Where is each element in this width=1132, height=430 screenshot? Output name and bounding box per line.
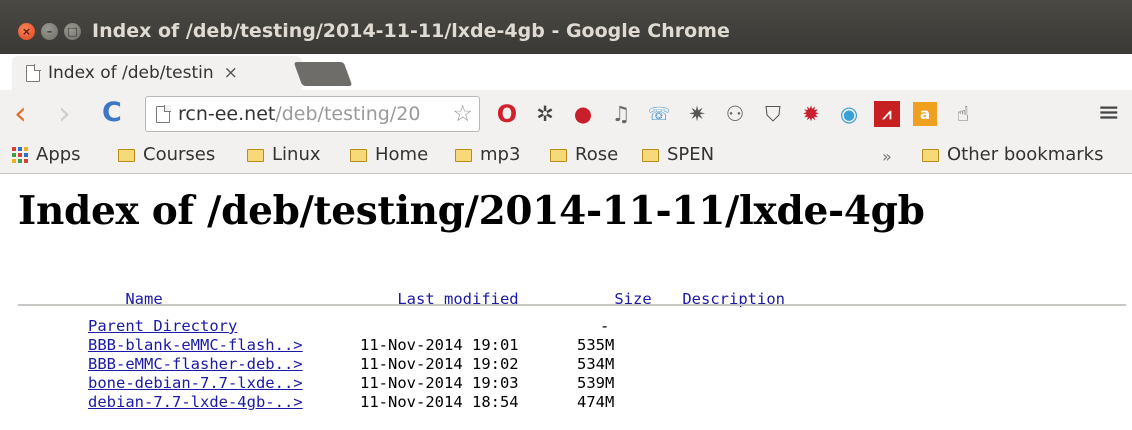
table-row: debian-7.7-lxde-4gb-..> 11-Nov-2014 18:5… — [0, 393, 1132, 413]
opera-icon[interactable]: O — [488, 98, 526, 130]
folder-icon — [247, 149, 264, 162]
browser-toolbar: ‹ › C rcn-ee.net/deb/testing/20 ☆ O ✲ ● … — [0, 90, 1132, 138]
bookmark-label: Other bookmarks — [947, 144, 1104, 165]
header-divider — [18, 304, 1126, 306]
folder-icon — [455, 149, 472, 162]
person-icon[interactable]: ⚇ — [716, 98, 754, 130]
phone-icon[interactable]: ☏ — [640, 98, 678, 130]
tab-title: Index of /deb/testin — [48, 63, 214, 83]
file-link[interactable]: debian-7.7-lxde-4gb-..> — [88, 393, 303, 411]
eye-icon[interactable]: ◉ — [830, 98, 868, 130]
more-bookmarks-chevron-icon[interactable]: » — [882, 147, 892, 166]
menu-icon[interactable]: ≡ — [1097, 97, 1120, 128]
pinwheel-icon[interactable]: ✲ — [526, 98, 564, 130]
bookmark-courses[interactable]: Courses — [118, 144, 215, 165]
bookmark-label: Linux — [272, 144, 321, 165]
size-cell: 535M — [577, 336, 615, 354]
reload-icon[interactable]: C — [102, 97, 122, 128]
folder-icon — [922, 149, 939, 162]
bookmark-linux[interactable]: Linux — [247, 144, 321, 165]
bookmarks-bar: Apps Courses Linux Home mp3 Rose SPEN » … — [0, 138, 1132, 174]
url-path: /deb/testing/20 — [275, 103, 421, 125]
hand-icon[interactable]: ☝ — [944, 98, 982, 130]
address-bar[interactable]: rcn-ee.net/deb/testing/20 ☆ — [145, 96, 480, 132]
red-box-icon[interactable]: ⩘ — [874, 101, 900, 127]
bookmark-label: Rose — [575, 144, 619, 165]
page-title: Index of /deb/testing/2014-11-11/lxde-4g… — [18, 188, 925, 234]
gear-icon[interactable]: ✹ — [792, 98, 830, 130]
sparkle-icon[interactable]: ✷ — [678, 98, 716, 130]
red-circle-icon[interactable]: ● — [564, 98, 602, 130]
pocket-icon[interactable]: ⛉ — [754, 98, 792, 130]
bookmark-rose[interactable]: Rose — [550, 144, 618, 165]
table-row: BBB-blank-eMMC-flash..> 11-Nov-2014 19:0… — [0, 336, 1132, 356]
url-host: rcn-ee.net — [178, 103, 276, 125]
modified-cell: 11-Nov-2014 18:54 — [360, 393, 519, 411]
bookmark-home[interactable]: Home — [350, 144, 428, 165]
forward-arrow-icon[interactable]: › — [58, 94, 71, 132]
file-link[interactable]: BBB-eMMC-flasher-deb..> — [88, 355, 303, 373]
window-titlebar: × – □ Index of /deb/testing/2014-11-11/l… — [0, 0, 1132, 54]
apps-grid-icon — [12, 146, 28, 163]
file-link[interactable]: Parent Directory — [88, 317, 237, 335]
file-link[interactable]: bone-debian-7.7-lxde..> — [88, 374, 303, 392]
size-cell: 539M — [577, 374, 615, 392]
modified-cell: 11-Nov-2014 19:03 — [360, 374, 519, 392]
bookmark-label: Home — [375, 144, 429, 165]
bookmark-mp3[interactable]: mp3 — [455, 144, 520, 165]
maximize-window-button[interactable]: □ — [64, 23, 81, 40]
bookmark-label: Courses — [143, 144, 216, 165]
browser-tab[interactable]: Index of /deb/testin × — [12, 56, 302, 90]
table-row: BBB-eMMC-flasher-deb..> 11-Nov-2014 19:0… — [0, 355, 1132, 375]
table-row: Parent Directory - — [0, 317, 1132, 337]
modified-cell: 11-Nov-2014 19:01 — [360, 336, 519, 354]
modified-cell: 11-Nov-2014 19:02 — [360, 355, 519, 373]
folder-icon — [550, 149, 567, 162]
window-controls: × – □ — [18, 23, 81, 40]
extension-icons: O ✲ ● ♫ ☏ ✷ ⚇ ⛉ ✹ ◉ ⩘ a ☝ — [488, 98, 982, 130]
page-icon — [156, 104, 171, 123]
bookmark-star-icon[interactable]: ☆ — [452, 101, 473, 127]
bookmark-label: SPEN — [667, 144, 715, 165]
music-note-icon[interactable]: ♫ — [602, 98, 640, 130]
size-cell: 474M — [577, 393, 615, 411]
size-cell: - — [600, 317, 610, 335]
folder-icon — [118, 149, 135, 162]
window-title: Index of /deb/testing/2014-11-11/lxde-4g… — [92, 20, 730, 42]
orange-box-icon[interactable]: a — [913, 102, 937, 126]
tab-close-icon[interactable]: × — [224, 63, 238, 83]
bookmark-spen[interactable]: SPEN — [642, 144, 714, 165]
back-arrow-icon[interactable]: ‹ — [14, 94, 27, 132]
new-tab-button[interactable] — [293, 62, 353, 86]
bookmark-other[interactable]: Other bookmarks — [922, 144, 1103, 165]
page-icon — [26, 63, 41, 82]
folder-icon — [350, 149, 367, 162]
bookmark-label: Apps — [36, 144, 81, 165]
table-row: bone-debian-7.7-lxde..> 11-Nov-2014 19:0… — [0, 374, 1132, 394]
close-window-button[interactable]: × — [18, 23, 35, 40]
file-link[interactable]: BBB-blank-eMMC-flash..> — [88, 336, 303, 354]
bookmark-label: mp3 — [480, 144, 521, 165]
folder-icon — [642, 149, 659, 162]
minimize-window-button[interactable]: – — [41, 23, 58, 40]
size-cell: 534M — [577, 355, 615, 373]
bookmark-apps[interactable]: Apps — [12, 144, 81, 165]
